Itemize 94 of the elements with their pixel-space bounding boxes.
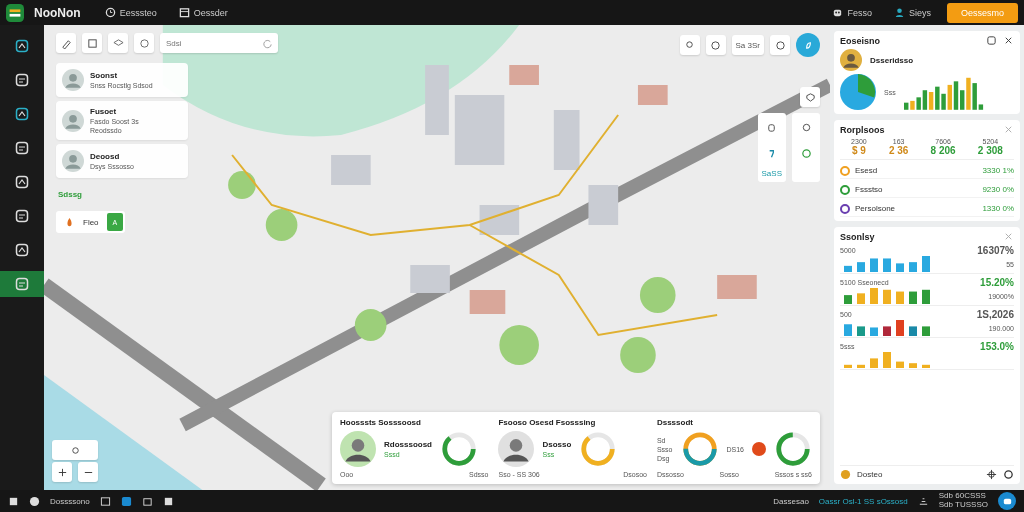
building bbox=[410, 265, 450, 293]
crosshair-icon[interactable] bbox=[986, 469, 997, 480]
donut-chart bbox=[579, 430, 618, 468]
logo-icon bbox=[6, 3, 24, 22]
header-action[interactable]: Fesso bbox=[826, 7, 878, 18]
robot-icon bbox=[832, 7, 844, 18]
layers-button[interactable] bbox=[108, 33, 128, 53]
tree bbox=[265, 209, 298, 241]
app-name: NooNon bbox=[34, 5, 81, 20]
alert-icon bbox=[752, 442, 766, 456]
route-label: Sdssg bbox=[57, 189, 83, 201]
avatar-icon bbox=[840, 49, 862, 71]
side-label: SaSS bbox=[761, 169, 782, 178]
search-field[interactable]: Sdsi bbox=[160, 33, 278, 53]
avatar-icon bbox=[62, 69, 84, 91]
item-label: Fssstso bbox=[855, 185, 884, 194]
avatar-icon bbox=[62, 109, 84, 132]
system-stat: Sdb 60CSSS bbox=[938, 492, 987, 501]
item-value: 9230 0% bbox=[982, 185, 1014, 194]
donut-chart bbox=[440, 430, 478, 468]
pen-icon bbox=[60, 37, 72, 49]
user-name: Dossssono bbox=[50, 496, 90, 506]
building bbox=[553, 110, 580, 170]
chip-label: Fleo bbox=[83, 217, 99, 227]
avatar-icon bbox=[62, 150, 84, 172]
row-value: 153.0% bbox=[980, 341, 1014, 352]
section-title: Fsooso Osesd Fsosssing bbox=[498, 418, 597, 427]
person-name: Rdosssoosd bbox=[384, 440, 432, 449]
section-title: Dssssodt bbox=[656, 418, 694, 427]
avatar-icon bbox=[340, 431, 376, 467]
building bbox=[425, 65, 449, 135]
person-name: Dsseridsso bbox=[870, 55, 914, 65]
window-icon[interactable] bbox=[986, 35, 997, 46]
square-button[interactable] bbox=[82, 33, 102, 53]
person-name: Dsosso bbox=[542, 440, 572, 449]
row-value: 16307% bbox=[977, 245, 1014, 256]
section-title: Hoosssts Sosssoosd bbox=[340, 418, 422, 427]
stat-value: $ 9 bbox=[851, 145, 866, 156]
smiley-icon bbox=[29, 495, 40, 507]
building bbox=[637, 85, 668, 105]
calendar-icon bbox=[178, 7, 190, 18]
item-value: 1330 0% bbox=[982, 204, 1014, 213]
system-stat: Sdb TUSSSO bbox=[938, 501, 988, 510]
nav-link[interactable]: Eesssteo bbox=[98, 7, 163, 18]
building bbox=[469, 290, 506, 314]
shield-icon bbox=[804, 91, 816, 103]
card-title: Eoseisno bbox=[840, 35, 881, 46]
footer-label: Dosteo bbox=[857, 470, 884, 479]
item-value: 3330 1% bbox=[982, 166, 1014, 175]
avatar-icon bbox=[498, 431, 535, 467]
person-name: Fusoet bbox=[90, 107, 118, 116]
building bbox=[331, 155, 371, 185]
building bbox=[454, 95, 505, 165]
pie-chart bbox=[840, 74, 876, 110]
tree bbox=[499, 325, 539, 365]
coin-icon bbox=[840, 469, 851, 480]
status-text: Dassesao bbox=[773, 496, 809, 506]
nav-link[interactable]: Oessder bbox=[172, 7, 234, 18]
donut-chart bbox=[680, 430, 719, 468]
tree bbox=[639, 277, 676, 313]
building bbox=[588, 185, 619, 225]
assistant-button[interactable] bbox=[998, 492, 1016, 510]
refresh-icon bbox=[262, 37, 273, 49]
tree bbox=[354, 309, 387, 341]
tree bbox=[620, 337, 656, 373]
app-icon[interactable] bbox=[120, 495, 132, 507]
card-title: Ssonlsy bbox=[840, 231, 876, 242]
circle-icon[interactable] bbox=[1003, 469, 1014, 480]
person-name: Soonst bbox=[90, 71, 119, 80]
network-icon bbox=[917, 495, 929, 507]
row-value: 1S,2026 bbox=[976, 309, 1014, 320]
donut-chart bbox=[774, 430, 812, 468]
layers-icon bbox=[112, 37, 124, 49]
building bbox=[509, 65, 539, 85]
item-label: Esesd bbox=[855, 166, 879, 175]
status-link[interactable]: Oassr Osl-1 SS sOssosd bbox=[818, 496, 908, 506]
close-icon[interactable] bbox=[1003, 35, 1014, 46]
layer-button[interactable]: Sa 3Sr bbox=[731, 35, 764, 55]
header-action[interactable]: Sieys bbox=[887, 7, 937, 18]
row-value: 15.20% bbox=[980, 277, 1014, 288]
pen-button[interactable] bbox=[56, 33, 76, 53]
item-label: Persolsone bbox=[855, 204, 897, 213]
person-name: Deoosd bbox=[90, 152, 121, 161]
flame-icon bbox=[64, 216, 75, 228]
square-icon bbox=[86, 37, 98, 49]
stat-value: 8 206 bbox=[930, 145, 956, 156]
tree bbox=[228, 171, 256, 199]
zoom-in-button[interactable] bbox=[52, 462, 72, 482]
plus-icon bbox=[56, 466, 68, 478]
card-title: Rorplsoos bbox=[840, 124, 886, 135]
stat-value: 2 308 bbox=[977, 145, 1003, 156]
shield-button[interactable] bbox=[800, 87, 820, 107]
stat-value: 2 36 bbox=[888, 145, 909, 156]
building bbox=[717, 275, 757, 299]
